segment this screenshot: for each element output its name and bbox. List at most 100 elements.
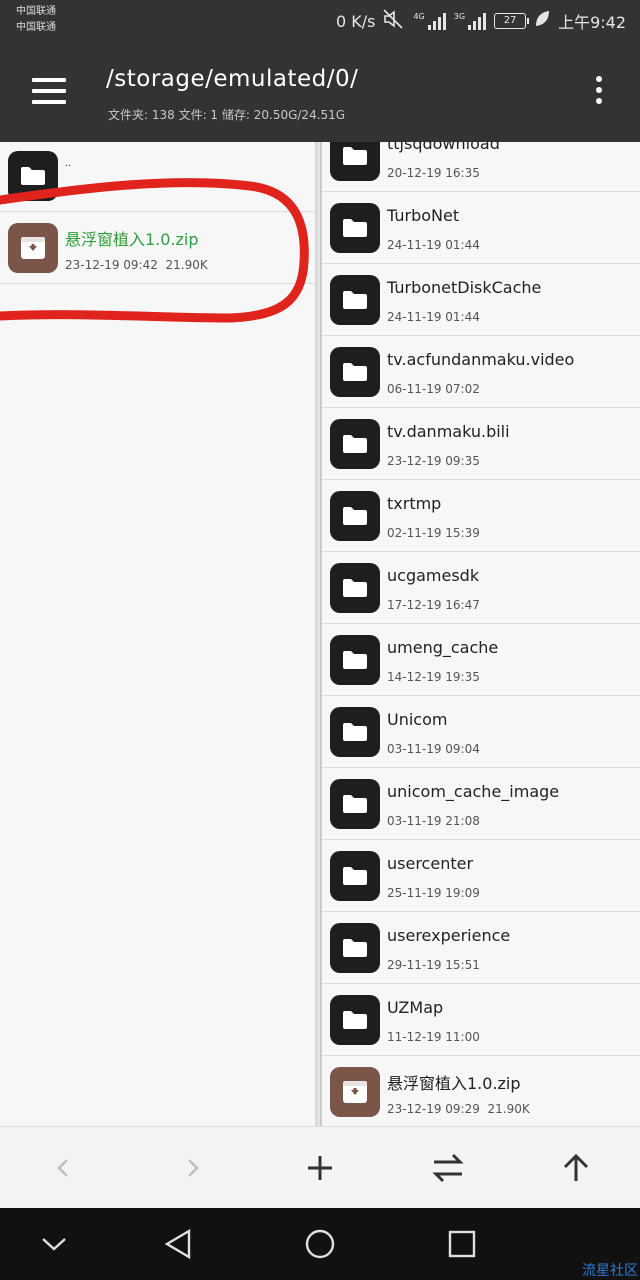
item-name: TurbonetDiskCache (387, 278, 542, 297)
item-name: userexperience (387, 926, 511, 945)
folder-row[interactable]: ucgamesdk 17-12-19 16:47 (322, 552, 640, 624)
item-name: txrtmp (387, 494, 442, 513)
up-icon[interactable] (512, 1127, 640, 1209)
carrier-2: 中国联通 (16, 22, 56, 33)
item-name: 悬浮窗植入1.0.zip (387, 1074, 521, 1093)
item-date: 20-12-19 16:35 (387, 166, 480, 180)
leaf-icon (534, 10, 550, 32)
item-size: 21.90K (487, 1102, 530, 1116)
carrier-labels: 中国联通 中国联通 (16, 4, 56, 36)
item-meta: 29-11-19 15:51 (387, 958, 480, 972)
item-date: 23-12-19 09:29 (387, 1102, 480, 1116)
item-name: ucgamesdk (387, 566, 480, 585)
folder-row[interactable]: umeng_cache 14-12-19 19:35 (322, 624, 640, 696)
folder-icon (330, 491, 380, 541)
parent-directory-label: .. (65, 158, 72, 169)
folder-icon (330, 635, 380, 685)
item-meta: 17-12-19 16:47 (387, 598, 480, 612)
item-date: 02-11-19 15:39 (387, 526, 480, 540)
archive-icon (330, 1067, 380, 1117)
archive-icon (8, 223, 58, 273)
item-meta: 25-11-19 19:09 (387, 886, 480, 900)
folder-icon (330, 923, 380, 973)
item-date: 23-12-19 09:35 (387, 454, 480, 468)
menu-icon[interactable] (32, 78, 66, 104)
folder-icon (330, 779, 380, 829)
parent-directory-row[interactable]: .. (0, 142, 315, 212)
folder-row[interactable]: txrtmp 02-11-19 15:39 (322, 480, 640, 552)
folder-icon (330, 419, 380, 469)
folder-row[interactable]: Unicom 03-11-19 09:04 (322, 696, 640, 768)
mute-icon (383, 9, 405, 33)
item-date: 17-12-19 16:47 (387, 598, 480, 612)
home-icon[interactable] (270, 1208, 370, 1280)
item-date: 03-11-19 09:04 (387, 742, 480, 756)
folder-row[interactable]: usercenter 25-11-19 19:09 (322, 840, 640, 912)
back-icon[interactable] (0, 1127, 128, 1209)
folder-row[interactable]: unicom_cache_image 03-11-19 21:08 (322, 768, 640, 840)
item-date: 29-11-19 15:51 (387, 958, 480, 972)
item-meta: 03-11-19 09:04 (387, 742, 480, 756)
bottom-action-bar (0, 1126, 640, 1208)
folder-row[interactable]: userexperience 29-11-19 15:51 (322, 912, 640, 984)
file-row[interactable]: 悬浮窗植入1.0.zip 23-12-19 09:29 21.90K (322, 1056, 640, 1126)
system-nav-bar: 流星社区 (0, 1208, 640, 1280)
item-name: tv.acfundanmaku.video (387, 350, 575, 369)
item-meta: 23-12-19 09:35 (387, 454, 480, 468)
item-meta: 11-12-19 11:00 (387, 1030, 480, 1044)
item-name: TurboNet (387, 206, 460, 225)
storage-stats: 文件夹: 138 文件: 1 储存: 20.50G/24.51G (108, 108, 346, 122)
forward-icon[interactable] (128, 1127, 256, 1209)
carrier-1: 中国联通 (16, 6, 56, 17)
collapse-icon[interactable] (4, 1208, 104, 1280)
item-meta: 14-12-19 19:35 (387, 670, 480, 684)
watermark: 流星社区 (582, 1263, 638, 1279)
item-meta: 03-11-19 21:08 (387, 814, 480, 828)
item-meta: 24-11-19 01:44 (387, 310, 480, 324)
left-file-pane[interactable]: .. 悬浮窗植入1.0.zip 23-12-19 09:42 21.90K (0, 142, 316, 1126)
item-date: 03-11-19 21:08 (387, 814, 480, 828)
folder-row[interactable]: TurboNet 24-11-19 01:44 (322, 192, 640, 264)
file-row[interactable]: 悬浮窗植入1.0.zip 23-12-19 09:42 21.90K (0, 212, 315, 284)
item-name: ttjsqdownload (387, 142, 500, 153)
add-icon[interactable] (256, 1127, 384, 1209)
folder-row[interactable]: tv.acfundanmaku.video 06-11-19 07:02 (322, 336, 640, 408)
folder-row[interactable]: ttjsqdownload 20-12-19 16:35 (322, 142, 640, 192)
network-speed: 0 K/s (335, 11, 376, 31)
item-meta: 24-11-19 01:44 (387, 238, 480, 252)
right-file-list[interactable]: ttjsqdownload 20-12-19 16:35 TurboNet 24-11… (322, 142, 640, 1126)
app-toolbar: /storage/emulated/0/ 文件夹: 138 文件: 1 储存: … (0, 42, 640, 142)
status-bar: 中国联通 中国联通 0 K/s 4G 3G 27 上午9:42 (0, 0, 640, 42)
folder-icon (330, 707, 380, 757)
item-date: 25-11-19 19:09 (387, 886, 480, 900)
file-name: 悬浮窗植入1.0.zip (65, 230, 199, 249)
file-size: 21.90K (165, 258, 208, 272)
right-file-pane[interactable]: ttjsqdownload 20-12-19 16:35 TurboNet 24-11… (320, 142, 640, 1126)
folder-icon (330, 275, 380, 325)
signal-icon: 3G (454, 12, 487, 30)
item-date: 24-11-19 01:44 (387, 238, 480, 252)
item-meta: 23-12-19 09:29 21.90K (387, 1102, 530, 1116)
more-icon[interactable] (596, 76, 604, 108)
swap-icon[interactable] (384, 1127, 512, 1209)
folder-row[interactable]: tv.danmaku.bili 23-12-19 09:35 (322, 408, 640, 480)
folder-icon (330, 851, 380, 901)
folder-icon (330, 563, 380, 613)
file-meta: 23-12-19 09:42 21.90K (65, 258, 208, 272)
file-date: 23-12-19 09:42 (65, 258, 158, 272)
current-path: /storage/emulated/0/ (106, 66, 359, 92)
recents-icon[interactable] (412, 1208, 512, 1280)
folder-row[interactable]: TurbonetDiskCache 24-11-19 01:44 (322, 264, 640, 336)
item-name: tv.danmaku.bili (387, 422, 510, 441)
folder-icon (330, 142, 380, 181)
folder-row[interactable]: UZMap 11-12-19 11:00 (322, 984, 640, 1056)
clock: 上午9:42 (558, 13, 626, 32)
item-meta: 06-11-19 07:02 (387, 382, 480, 396)
signal-icon: 4G (413, 12, 446, 30)
item-date: 24-11-19 01:44 (387, 310, 480, 324)
network-type-4g: 4G (413, 12, 425, 21)
item-name: UZMap (387, 998, 444, 1017)
nav-back-icon[interactable] (128, 1208, 228, 1280)
item-name: Unicom (387, 710, 448, 729)
item-date: 11-12-19 11:00 (387, 1030, 480, 1044)
